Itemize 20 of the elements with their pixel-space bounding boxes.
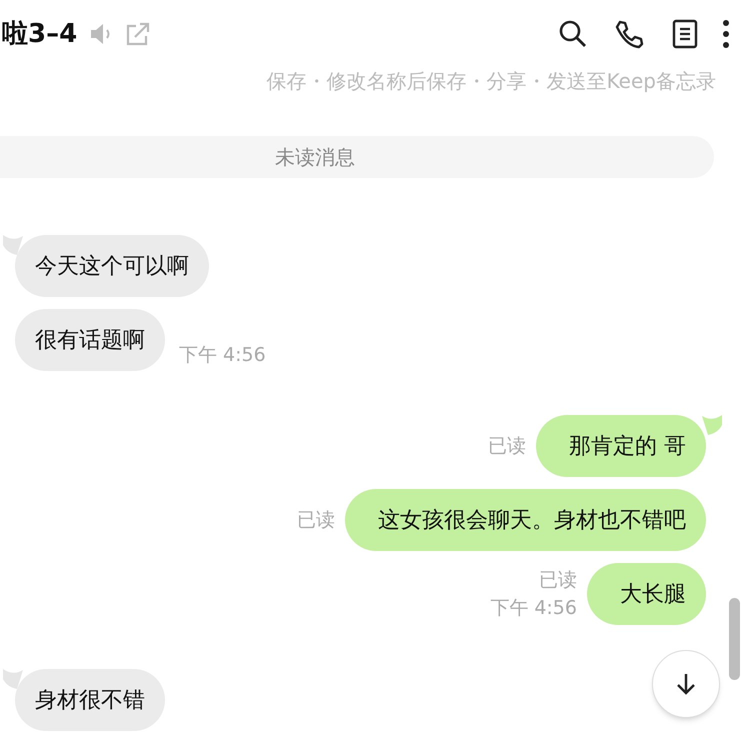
down-arrow-icon — [675, 672, 697, 696]
message-time: 下午 4:56 — [490, 596, 577, 621]
message-time: 下午 4:56 — [179, 343, 266, 368]
message-bubble[interactable]: 那肯定的 哥 — [536, 415, 706, 477]
chat-title: 啦3–4 — [2, 18, 78, 50]
message-bubble[interactable]: 这女孩很会聊天。身材也不错吧 — [345, 489, 706, 551]
unread-messages-divider: 未读消息 — [275, 144, 355, 171]
scrollbar-thumb[interactable] — [729, 598, 740, 680]
more-icon[interactable] — [722, 19, 730, 49]
message-bubble[interactable]: 今天这个可以啊 — [15, 235, 209, 297]
message-actions-text: 保存・修改名称后保存・分享・发送至Keep备忘录 — [266, 68, 716, 95]
read-receipt: 已读 — [297, 508, 335, 533]
phone-icon[interactable] — [614, 19, 644, 49]
message-bubble[interactable]: 很有话题啊 — [15, 309, 165, 371]
search-icon[interactable] — [558, 19, 588, 49]
read-receipt: 已读 — [539, 568, 577, 593]
message-bubble[interactable]: 大长腿 — [587, 563, 706, 625]
read-receipt: 已读 — [488, 434, 526, 459]
note-icon[interactable] — [672, 19, 698, 49]
message-bubble[interactable]: 身材很不错 — [15, 669, 165, 731]
